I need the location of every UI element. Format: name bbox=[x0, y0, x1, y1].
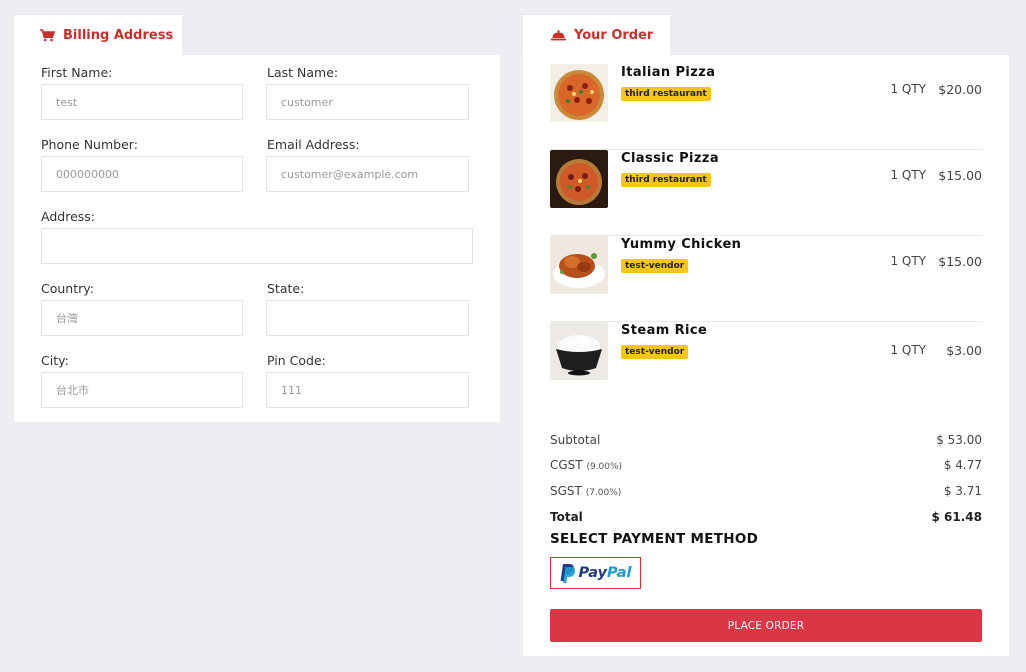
order-item: Yummy Chicken test-vendor 1 QTY $15.00 bbox=[550, 236, 982, 322]
item-name: Steam Rice bbox=[621, 323, 708, 338]
address-label: Address: bbox=[41, 209, 95, 224]
country-label: Country: bbox=[41, 281, 94, 296]
subtotal-row: Subtotal $ 53.00 bbox=[550, 433, 982, 447]
sgst-label: SGST bbox=[550, 484, 582, 498]
sgst-row: SGST (7.00%) $ 3.71 bbox=[550, 484, 982, 498]
item-price: $15.00 bbox=[938, 168, 982, 183]
cloche-icon bbox=[551, 29, 566, 40]
cart-icon bbox=[40, 28, 55, 41]
subtotal-value: $ 53.00 bbox=[936, 433, 982, 447]
email-address-label: Email Address: bbox=[267, 137, 360, 152]
item-price: $20.00 bbox=[938, 82, 982, 97]
last-name-input[interactable] bbox=[266, 84, 469, 120]
item-price: $3.00 bbox=[946, 343, 982, 358]
first-name-input[interactable] bbox=[41, 84, 243, 120]
paypal-icon bbox=[560, 563, 575, 583]
total-value: $ 61.48 bbox=[931, 510, 982, 524]
chicken-thumb bbox=[550, 236, 608, 294]
pizza-thumb bbox=[550, 64, 608, 122]
item-name: Yummy Chicken bbox=[621, 237, 742, 252]
order-item: Classic Pizza third restaurant 1 QTY $15… bbox=[550, 150, 982, 236]
cgst-value: $ 4.77 bbox=[943, 458, 982, 472]
vendor-badge: test-vendor bbox=[621, 259, 689, 273]
rice-thumb bbox=[550, 322, 608, 380]
first-name-label: First Name: bbox=[41, 65, 113, 80]
billing-address-form: First Name: Last Name: Phone Number: Ema… bbox=[14, 55, 500, 422]
phone-number-input[interactable] bbox=[41, 156, 243, 192]
paypal-payment-option[interactable]: PayPal bbox=[550, 557, 641, 589]
total-row: Total $ 61.48 bbox=[550, 510, 982, 524]
sgst-rate: (7.00%) bbox=[585, 488, 622, 498]
tab-billing-address[interactable]: Billing Address bbox=[14, 15, 182, 55]
order-item: Italian Pizza third restaurant 1 QTY $20… bbox=[550, 64, 982, 150]
cgst-label: CGST bbox=[550, 458, 583, 472]
cgst-rate: (9.00%) bbox=[586, 462, 623, 472]
order-item: Steam Rice test-vendor 1 QTY $3.00 bbox=[550, 322, 982, 408]
place-order-button[interactable]: PLACE ORDER bbox=[550, 609, 982, 642]
vendor-badge: third restaurant bbox=[621, 87, 711, 101]
paypal-wordmark: PayPal bbox=[578, 565, 632, 581]
last-name-label: Last Name: bbox=[267, 65, 339, 80]
your-order-panel: Italian Pizza third restaurant 1 QTY $20… bbox=[523, 55, 1009, 656]
item-qty: 1 QTY bbox=[890, 343, 926, 357]
tab-order-label: Your Order bbox=[574, 27, 654, 43]
sgst-value: $ 3.71 bbox=[943, 484, 982, 498]
vendor-badge: test-vendor bbox=[621, 345, 689, 359]
state-input[interactable] bbox=[266, 300, 469, 336]
pin-code-input[interactable] bbox=[266, 372, 469, 408]
phone-number-label: Phone Number: bbox=[41, 137, 138, 152]
item-name: Classic Pizza bbox=[621, 151, 720, 166]
subtotal-label: Subtotal bbox=[550, 433, 601, 447]
vendor-badge: third restaurant bbox=[621, 173, 711, 187]
total-label: Total bbox=[550, 510, 583, 524]
cgst-row: CGST (9.00%) $ 4.77 bbox=[550, 458, 982, 472]
pizza-thumb bbox=[550, 150, 608, 208]
city-input[interactable] bbox=[41, 372, 243, 408]
address-input[interactable] bbox=[41, 228, 473, 264]
pin-code-label: Pin Code: bbox=[267, 353, 326, 368]
tab-your-order[interactable]: Your Order bbox=[523, 15, 670, 55]
item-qty: 1 QTY bbox=[890, 254, 926, 268]
item-qty: 1 QTY bbox=[890, 82, 926, 96]
email-address-input[interactable] bbox=[266, 156, 469, 192]
city-label: City: bbox=[41, 353, 69, 368]
state-label: State: bbox=[267, 281, 305, 296]
item-qty: 1 QTY bbox=[890, 168, 926, 182]
country-input[interactable] bbox=[41, 300, 243, 336]
payment-method-heading: SELECT PAYMENT METHOD bbox=[550, 531, 759, 547]
tab-billing-label: Billing Address bbox=[63, 27, 174, 43]
item-price: $15.00 bbox=[938, 254, 982, 269]
item-name: Italian Pizza bbox=[621, 65, 716, 80]
